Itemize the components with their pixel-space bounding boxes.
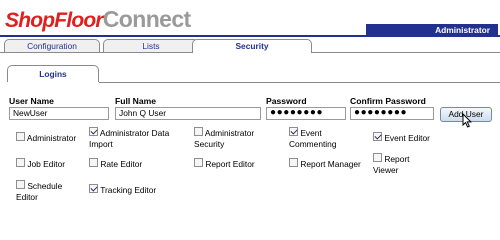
- perm-label: Event Editor: [384, 133, 430, 143]
- user-name-input[interactable]: NewUser: [9, 107, 109, 120]
- tab-baseline: [0, 52, 192, 53]
- perm-tracking-editor[interactable]: Tracking Editor: [89, 184, 156, 196]
- perm-label: Commenting: [289, 139, 337, 149]
- password-input[interactable]: ●●●●●●●●: [266, 107, 346, 120]
- subtab-logins[interactable]: Logins: [7, 65, 99, 82]
- checkbox[interactable]: [89, 127, 98, 136]
- perm-rate-editor[interactable]: Rate Editor: [89, 158, 142, 170]
- perm-label: Viewer: [373, 165, 399, 175]
- tab-security[interactable]: Security: [192, 39, 312, 53]
- perm-label: Security: [194, 139, 225, 149]
- perm-label: Administrator: [26, 133, 77, 143]
- checkbox[interactable]: [289, 127, 298, 136]
- checkbox[interactable]: [289, 158, 298, 167]
- confirm-password-label: Confirm Password: [350, 96, 426, 106]
- header-divider: [0, 35, 500, 37]
- tab-configuration[interactable]: Configuration: [4, 39, 100, 52]
- perm-label: Administrator Data: [99, 128, 170, 138]
- perm-label: Administrator: [204, 128, 255, 138]
- checkbox[interactable]: [194, 158, 203, 167]
- perm-label: Report Editor: [205, 159, 255, 169]
- password-label: Password: [266, 96, 307, 106]
- app-logo: ShopFloorConnect: [5, 6, 191, 34]
- perm-label: Event: [300, 128, 322, 138]
- checkbox[interactable]: [16, 158, 25, 167]
- perm-administrator[interactable]: Administrator: [16, 132, 76, 144]
- checkbox[interactable]: [194, 127, 203, 136]
- checkbox[interactable]: [16, 132, 25, 141]
- perm-label: Report Manager: [300, 159, 361, 169]
- perm-label: Rate Editor: [100, 159, 143, 169]
- full-name-label: Full Name: [115, 96, 157, 106]
- perm-label: Job Editor: [27, 159, 66, 169]
- checkbox[interactable]: [373, 132, 382, 141]
- perm-report-manager[interactable]: Report Manager: [289, 158, 361, 170]
- user-name-label: User Name: [9, 96, 54, 106]
- perm-schedule-editor[interactable]: Schedule Editor: [16, 180, 62, 203]
- checkbox[interactable]: [89, 184, 98, 193]
- perm-job-editor[interactable]: Job Editor: [16, 158, 65, 170]
- checkbox[interactable]: [373, 153, 382, 162]
- checkbox[interactable]: [89, 158, 98, 167]
- perm-label: Tracking Editor: [100, 185, 157, 195]
- perm-label: Import: [89, 139, 113, 149]
- tab-baseline: [312, 52, 500, 53]
- perm-report-viewer[interactable]: Report Viewer: [373, 153, 409, 176]
- perm-event-editor[interactable]: Event Editor: [373, 132, 430, 144]
- perm-report-editor[interactable]: Report Editor: [194, 158, 255, 170]
- confirm-password-input[interactable]: ●●●●●●●●: [350, 107, 434, 120]
- perm-label: Editor: [16, 192, 38, 202]
- subtab-baseline: [99, 82, 500, 83]
- perm-event-commenting[interactable]: Event Commenting: [289, 127, 336, 150]
- perm-admin-data-import[interactable]: Administrator Data Import: [89, 127, 169, 150]
- full-name-input[interactable]: John Q User: [115, 107, 261, 120]
- tab-lists[interactable]: Lists: [103, 39, 199, 52]
- logo-text-shopfloor: ShopFloor: [5, 9, 104, 32]
- perm-label: Schedule: [27, 181, 63, 191]
- perm-label: Report: [384, 154, 410, 164]
- logo-text-connect: Connect: [102, 6, 191, 32]
- checkbox[interactable]: [16, 180, 25, 189]
- perm-admin-security[interactable]: Administrator Security: [194, 127, 254, 150]
- mouse-pointer-icon: [462, 113, 472, 128]
